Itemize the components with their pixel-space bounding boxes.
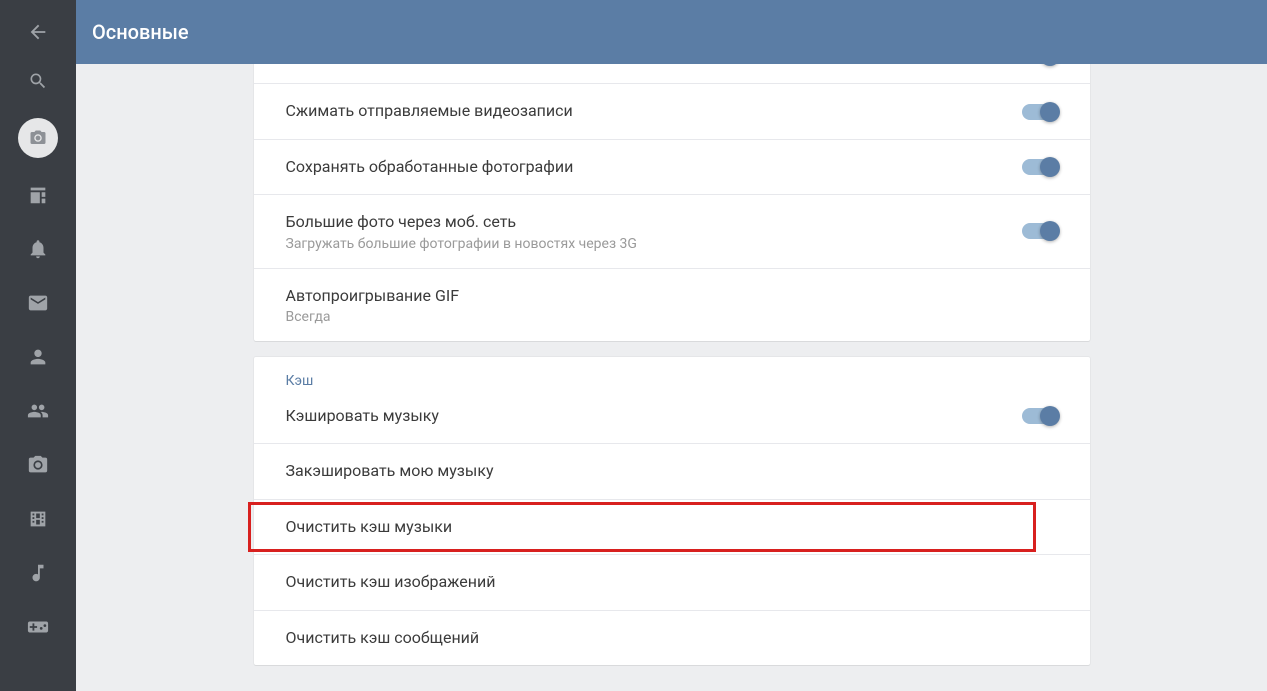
sidebar-item-games[interactable] bbox=[0, 600, 76, 654]
setting-compress-videos[interactable]: Сжимать отправляемые видеозаписи bbox=[254, 83, 1090, 138]
setting-label: Автопроигрывание GIF bbox=[286, 285, 460, 307]
sidebar-item-groups[interactable] bbox=[0, 384, 76, 438]
setting-label: Очистить кэш музыки bbox=[286, 516, 453, 538]
setting-label: Кэшировать музыку bbox=[286, 405, 439, 427]
gamepad-icon bbox=[27, 616, 49, 638]
sidebar-item-messages[interactable] bbox=[0, 276, 76, 330]
arrow-left-icon bbox=[27, 21, 49, 43]
topbar: Основные bbox=[76, 0, 1267, 64]
setting-clear-image-cache[interactable]: Очистить кэш изображений bbox=[254, 554, 1090, 609]
toggle-switch[interactable] bbox=[1022, 408, 1058, 424]
content-area[interactable]: Сжимать отправляемые фотографии Сжимать … bbox=[76, 64, 1267, 691]
group-icon bbox=[27, 400, 49, 422]
film-icon bbox=[27, 508, 49, 530]
sidebar-item-notifications[interactable] bbox=[0, 222, 76, 276]
setting-sublabel: Загружать большие фотографии в новостях … bbox=[286, 236, 637, 252]
setting-compress-photos[interactable]: Сжимать отправляемые фотографии bbox=[254, 64, 1090, 83]
cache-settings-panel: Кэш Кэшировать музыку Закэшировать мою м… bbox=[254, 357, 1090, 665]
avatar bbox=[18, 118, 58, 158]
bell-icon bbox=[27, 238, 49, 260]
setting-label: Сжимать отправляемые фотографии bbox=[286, 64, 566, 67]
setting-label: Большие фото через моб. сеть bbox=[286, 211, 637, 233]
main: Основные Сжимать отправляемые фотографии… bbox=[76, 0, 1267, 691]
camera-icon bbox=[27, 454, 49, 476]
setting-clear-message-cache[interactable]: Очистить кэш сообщений bbox=[254, 610, 1090, 665]
setting-sublabel: Всегда bbox=[286, 309, 460, 325]
setting-label: Очистить кэш изображений bbox=[286, 571, 496, 593]
media-settings-panel: Сжимать отправляемые фотографии Сжимать … bbox=[254, 64, 1090, 341]
music-icon bbox=[27, 562, 49, 584]
sidebar-avatar[interactable] bbox=[0, 108, 76, 168]
back-button[interactable] bbox=[0, 10, 76, 54]
search-button[interactable] bbox=[0, 54, 76, 108]
setting-cache-music[interactable]: Кэшировать музыку bbox=[254, 389, 1090, 443]
setting-save-processed-photos[interactable]: Сохранять обработанные фотографии bbox=[254, 139, 1090, 194]
sidebar-item-news[interactable] bbox=[0, 168, 76, 222]
sidebar-item-photos[interactable] bbox=[0, 438, 76, 492]
sidebar-item-profile[interactable] bbox=[0, 330, 76, 384]
setting-label: Сохранять обработанные фотографии bbox=[286, 156, 574, 178]
sidebar-item-videos[interactable] bbox=[0, 492, 76, 546]
toggle-switch[interactable] bbox=[1022, 159, 1058, 175]
person-icon bbox=[27, 346, 49, 368]
setting-label: Закэшировать мою музыку bbox=[286, 460, 494, 482]
setting-label: Очистить кэш сообщений bbox=[286, 627, 480, 649]
sidebar bbox=[0, 0, 76, 691]
setting-cache-my-music[interactable]: Закэшировать мою музыку bbox=[254, 443, 1090, 498]
setting-autoplay-gif[interactable]: Автопроигрывание GIF Всегда bbox=[254, 268, 1090, 341]
page-title: Основные bbox=[92, 20, 189, 44]
setting-clear-music-cache[interactable]: Очистить кэш музыки bbox=[254, 499, 1090, 554]
sidebar-item-music[interactable] bbox=[0, 546, 76, 600]
toggle-switch[interactable] bbox=[1022, 223, 1058, 239]
toggle-switch[interactable] bbox=[1022, 104, 1058, 120]
setting-label: Сжимать отправляемые видеозаписи bbox=[286, 100, 573, 122]
setting-large-photos-mobile[interactable]: Большие фото через моб. сеть Загружать б… bbox=[254, 194, 1090, 267]
camera-icon bbox=[29, 129, 47, 147]
news-icon bbox=[27, 184, 49, 206]
section-header-cache: Кэш bbox=[254, 357, 1090, 389]
search-icon bbox=[28, 71, 48, 91]
mail-icon bbox=[27, 292, 49, 314]
